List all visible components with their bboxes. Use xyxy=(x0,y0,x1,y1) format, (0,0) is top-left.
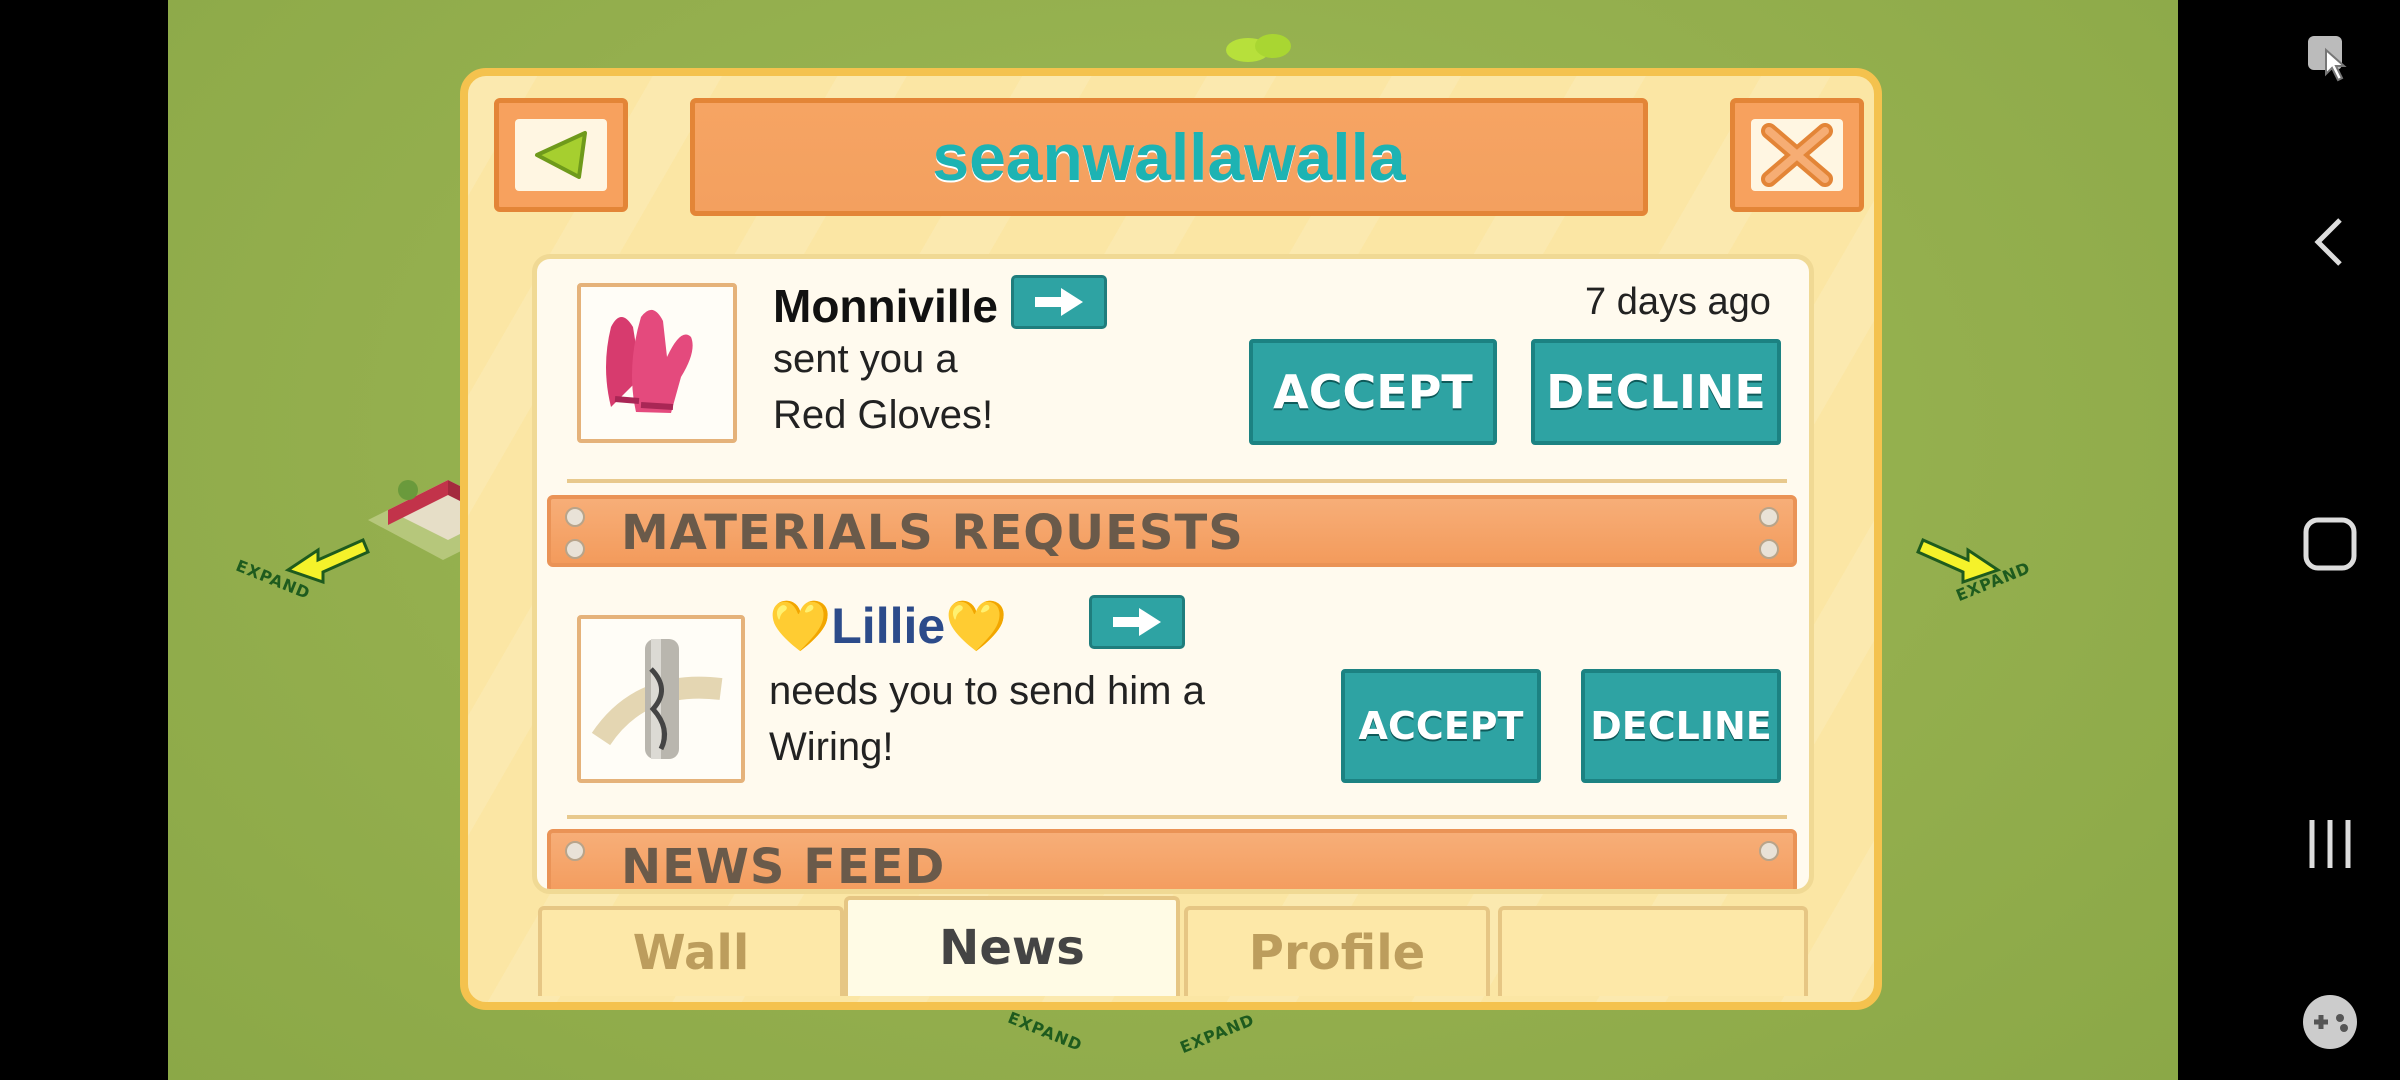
dialog-title-bar: seanwallawalla xyxy=(690,98,1648,216)
game-tools-icon[interactable] xyxy=(2300,992,2360,1052)
request-line-1: sent you a xyxy=(773,337,958,381)
item-frame xyxy=(577,615,745,783)
item-frame xyxy=(577,283,737,443)
home-icon[interactable] xyxy=(2300,514,2360,574)
accept-button[interactable]: ACCEPT xyxy=(1249,339,1497,445)
content-panel: Monniville 7 days ago sent you a Red Glo… xyxy=(532,254,1814,894)
tab-wall[interactable]: Wall xyxy=(538,906,844,996)
timestamp: 7 days ago xyxy=(1585,281,1771,323)
decline-button[interactable]: DECLINE xyxy=(1531,339,1781,445)
back-icon[interactable] xyxy=(2300,212,2360,272)
visit-button[interactable] xyxy=(1089,595,1185,649)
heart-icon: 💛 xyxy=(945,598,1008,654)
friend-dialog: seanwallawalla Monniville 7 days ago sen… xyxy=(460,68,1882,1010)
wiring-icon xyxy=(591,639,723,759)
close-button[interactable] xyxy=(1730,98,1864,212)
red-gloves-icon xyxy=(606,309,693,413)
left-black-bar xyxy=(0,0,168,1080)
tab-news[interactable]: News xyxy=(844,896,1180,996)
divider xyxy=(567,815,1787,819)
tab-profile[interactable]: Profile xyxy=(1184,906,1490,996)
request-line-1: needs you to send him a xyxy=(769,669,1205,713)
materials-section-header: MATERIALS REQUESTS xyxy=(547,495,1797,567)
arrow-right-icon xyxy=(1035,288,1083,316)
sender-name[interactable]: 💛Lillie💛 xyxy=(769,597,1007,656)
system-nav-bar xyxy=(2178,0,2400,1080)
heart-icon: 💛 xyxy=(769,598,832,654)
arrow-right-icon xyxy=(1113,608,1161,636)
leaf-sprite xyxy=(1226,34,1291,62)
visit-button[interactable] xyxy=(1011,275,1107,329)
sender-name[interactable]: Monniville xyxy=(773,279,998,333)
tab-empty[interactable] xyxy=(1498,906,1808,996)
decline-button[interactable]: DECLINE xyxy=(1581,669,1781,783)
section-title: MATERIALS REQUESTS xyxy=(621,505,1244,561)
material-request-row: 💛Lillie💛 needs you to send him a Wiring!… xyxy=(537,589,1809,829)
screenshot-touch-icon[interactable] xyxy=(2300,28,2360,88)
tab-bar: Wall Profile News xyxy=(538,896,1808,996)
accept-button[interactable]: ACCEPT xyxy=(1341,669,1541,783)
request-line-2: Red Gloves! xyxy=(773,393,994,437)
request-line-2: Wiring! xyxy=(769,725,894,769)
section-title: NEWS FEED xyxy=(621,839,946,894)
dialog-title: seanwallawalla xyxy=(932,120,1406,194)
divider xyxy=(567,479,1787,483)
gift-request-row: Monniville 7 days ago sent you a Red Glo… xyxy=(537,259,1809,479)
x-icon xyxy=(1761,123,1833,187)
recents-icon[interactable] xyxy=(2300,814,2360,874)
triangle-left-icon xyxy=(535,131,587,179)
back-button[interactable] xyxy=(494,98,628,212)
news-section-header: NEWS FEED xyxy=(547,829,1797,894)
